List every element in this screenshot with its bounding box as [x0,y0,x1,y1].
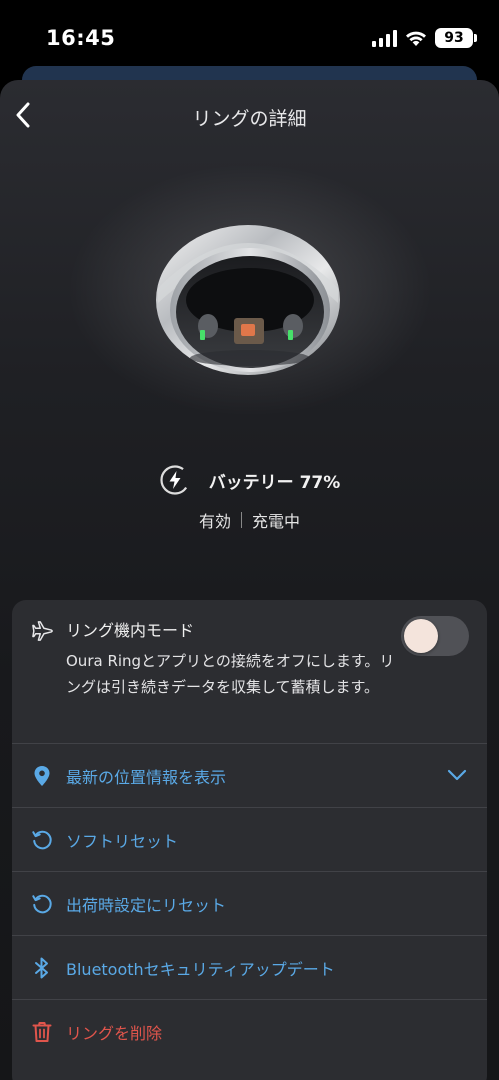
battery-label: バッテリー 77% [208,472,341,493]
ring-details-sheet: リングの詳細 バッテリー 77% 有効 充電中 リング機内モード Oura Ri… [0,80,499,1080]
remove-ring-label: リングを削除 [66,1024,163,1043]
status-divider [241,512,242,528]
airplane-icon [32,620,54,646]
factory-reset-label: 出荷時設定にリセット [66,895,227,915]
bluetooth-update-label: Bluetoothセキュリティアップデート [66,959,335,979]
status-active: 有効 [198,512,231,531]
nav-bar: リングの詳細 [0,80,499,154]
show-location-row[interactable]: 最新の位置情報を表示 [12,744,487,808]
wifi-icon [406,31,426,46]
reset-icon [30,892,54,916]
factory-reset-row[interactable]: 出荷時設定にリセット [12,872,487,936]
ring-status-line: 有効 充電中 [0,508,499,532]
status-icons: 93 [372,28,477,48]
charging-bolt-icon [160,465,190,495]
page-title: リングの詳細 [192,108,307,130]
remove-ring-row[interactable]: リングを削除 [12,1000,487,1064]
cellular-signal-icon [372,29,397,47]
show-location-label: 最新の位置情報を表示 [66,767,227,787]
location-pin-icon [30,764,54,788]
battery-status: バッテリー 77% [0,464,499,496]
airplane-mode-title: リング機内モード [66,621,195,640]
soft-reset-row[interactable]: ソフトリセット [12,808,487,872]
status-charging: 充電中 [252,512,301,531]
bluetooth-icon [30,956,54,980]
trash-icon [30,1020,54,1044]
airplane-mode-description: Oura Ringとアプリとの接続をオフにします。リングは引き続きデータを収集し… [66,652,395,696]
airplane-mode-row: リング機内モード Oura Ringとアプリとの接続をオフにします。リングは引き… [12,600,487,744]
chevron-down-icon [447,766,467,785]
phone-battery-indicator: 93 [435,28,477,48]
ring-image [148,208,348,383]
status-time: 16:45 [46,26,116,50]
soft-reset-label: ソフトリセット [66,831,179,851]
toggle-knob [404,619,438,653]
airplane-mode-toggle[interactable] [401,616,469,656]
reset-icon [30,828,54,852]
settings-card: リング機内モード Oura Ringとアプリとの接続をオフにします。リングは引き… [12,600,487,1080]
bluetooth-update-row[interactable]: Bluetoothセキュリティアップデート [12,936,487,1000]
